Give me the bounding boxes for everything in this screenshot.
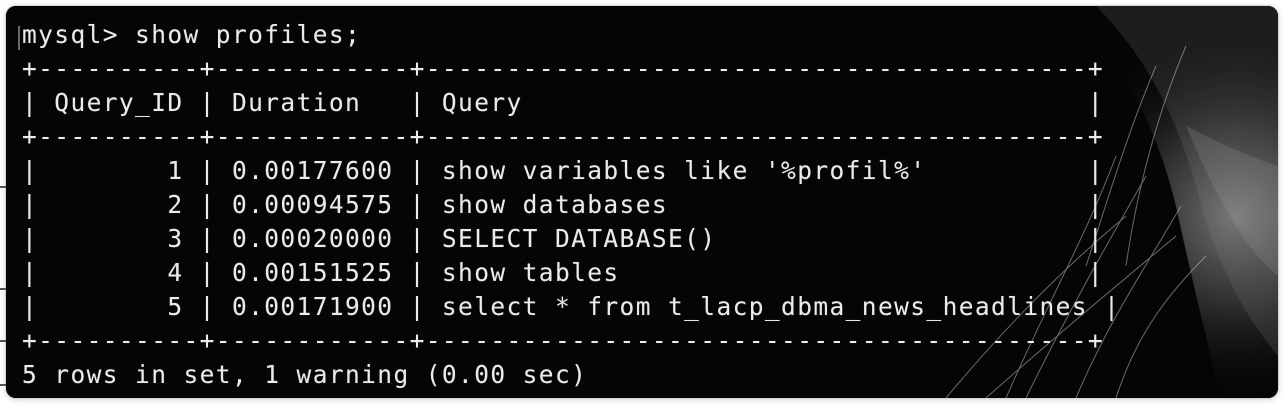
edge-tick [0, 384, 6, 386]
table-row: | 1 | 0.00177600 | show variables like '… [22, 156, 1105, 185]
table-row: | 2 | 0.00094575 | show databases | [22, 190, 1105, 219]
table-row: | 3 | 0.00020000 | SELECT DATABASE() | [22, 224, 1105, 253]
prompt-line: mysql> show profiles; [22, 20, 362, 49]
cursor-mark [18, 26, 20, 50]
edge-tick [0, 186, 6, 188]
edge-tick [0, 340, 6, 342]
table-row: | 4 | 0.00151525 | show tables | [22, 258, 1105, 287]
terminal-window[interactable]: mysql> show profiles; +----------+-------… [6, 6, 1278, 398]
terminal-output[interactable]: mysql> show profiles; +----------+-------… [22, 18, 1120, 392]
table-border-bottom: +----------+------------+---------------… [22, 326, 1105, 355]
table-border-mid: +----------+------------+---------------… [22, 122, 1105, 151]
table-row: | 5 | 0.00171900 | select * from t_lacp_… [22, 292, 1121, 321]
edge-tick [0, 288, 6, 290]
table-border-top: +----------+------------+---------------… [22, 54, 1105, 83]
result-summary: 5 rows in set, 1 warning (0.00 sec) [22, 360, 588, 389]
table-header-row: | Query_ID | Duration | Query | [22, 88, 1105, 117]
